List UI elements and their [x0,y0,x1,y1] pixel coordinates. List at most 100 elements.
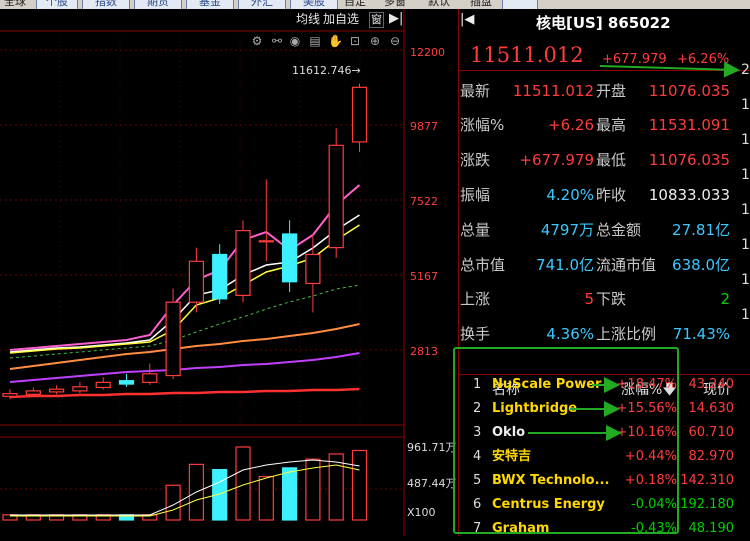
zoom-in-icon[interactable]: ⊕ [368,34,382,48]
top-tab-bar: 全球 个股 指数 期货 基金 外汇 美股 自定 多窗 默认 插盘 [0,0,750,9]
volume-bar [258,475,274,521]
volume-bar [328,453,344,521]
candle-body [328,144,344,249]
stat-label: 总量 [460,221,491,239]
stat-label: 下跌 [596,290,627,308]
last-price: 11511.012 [470,43,584,67]
price-axis-label: 12200 [410,46,445,59]
stat-label: 开盘 [596,82,627,100]
candle-body [118,380,135,385]
stat-value: 4797万 [540,221,594,239]
stock-price: 43.240 [688,377,735,392]
stock-price: 192.180 [680,497,734,512]
stat-value: 11531.091 [648,116,730,134]
tab-stocks[interactable]: 个股 [36,0,78,9]
stat-value: 5 [584,290,594,308]
stat-value: +677.979 [519,151,594,169]
tab-index[interactable]: 指数 [82,0,130,9]
volume-bar [282,467,298,521]
volume-bars [2,446,368,521]
volume-bar [351,449,368,521]
stat-value: 638.0亿 [672,256,730,274]
clipped-column-text: 1 [741,307,750,323]
stock-price: 60.710 [688,425,735,440]
price-axis-label: 5167 [410,270,438,283]
candle-body [72,386,88,392]
tab-multi-window[interactable]: 多窗 [380,0,410,9]
price-change-pct: +6.26% [677,52,730,67]
candlestick-series [2,83,368,400]
stat-label: 涨跌 [460,151,491,169]
candle-body [235,229,251,296]
clipped-column-text: 1 [741,237,750,253]
stat-value: 11076.035 [648,82,730,100]
stat-row: 最新 11511.012 开盘 11076.035 [460,80,732,102]
stat-row: 总量 4797万 总金额 27.81亿 [460,219,732,241]
divider [458,70,750,71]
settings-icon[interactable]: ⚙ [250,34,264,48]
hand-drag-icon[interactable]: ✋ [328,34,343,48]
stat-row: 振幅 4.20% 昨收 10833.033 [460,184,732,206]
stock-price: 142.310 [680,473,734,488]
stat-label: 最低 [596,151,627,169]
link-icon[interactable]: ⚯ [270,34,284,48]
tab-default[interactable]: 默认 [424,0,454,9]
stat-value: 11511.012 [512,82,594,100]
tab-funds[interactable]: 基金 [186,0,234,9]
avg-line-button[interactable]: 均线 [296,12,320,26]
save-icon[interactable]: ▤ [308,34,322,48]
add-watchlist-button[interactable]: 加自选 [323,12,359,26]
stat-label: 最新 [460,82,491,100]
stat-row: 涨幅% +6.26 最高 11531.091 [460,114,732,136]
stat-value: 27.81亿 [672,221,730,239]
eye-icon[interactable]: ◉ [288,34,302,48]
zoom-out-icon[interactable]: ⊖ [388,34,402,48]
tab-us-stocks[interactable]: 美股 [290,0,338,9]
stat-value: +6.26 [548,116,594,134]
candle-body [212,253,228,300]
stat-value: 741.0亿 [536,256,594,274]
stat-label: 振幅 [460,186,491,204]
clipped-column-text: 1 [741,202,750,218]
clipped-column-text: 2 [741,62,750,78]
stat-label: 总金额 [596,221,642,239]
candle-body [165,301,181,377]
candle-body [282,233,298,283]
stat-label: 上涨比例 [596,325,657,343]
box-zoom-icon[interactable]: ⊡ [348,34,362,48]
stat-row: 涨跌 +677.979 最低 11076.035 [460,149,732,171]
tab-forex[interactable]: 外汇 [238,0,286,9]
tab-global[interactable]: 全球 [0,0,30,9]
clipped-column-text: 1 [741,167,750,183]
stat-label: 总市值 [460,256,506,274]
moving-average-lines [9,184,361,399]
volume-axis-label: 961.71万 [407,441,457,454]
tab-extra-button[interactable] [502,0,538,9]
price-change: +677.979 [602,52,667,67]
window-button[interactable]: 窗 [369,12,384,28]
stat-value: 2 [720,290,730,308]
candle-body [48,388,65,393]
candle-body [25,390,41,395]
price-axis-label: 7522 [410,195,438,208]
expand-right-icon[interactable]: ▶| [389,12,403,26]
price-axis-label: 2813 [410,345,438,358]
tab-futures[interactable]: 期货 [134,0,182,9]
volume-axis-label: 487.44万 [407,477,457,490]
stat-value: 4.20% [546,186,594,204]
collapse-panel-icon[interactable]: |◀ [460,12,474,27]
candle-body [95,381,111,389]
kline-chart[interactable] [0,9,458,536]
stat-label: 昨收 [596,186,627,204]
stock-price: 82.970 [688,449,735,464]
stat-label: 流通市值 [596,256,657,274]
stat-label: 换手 [460,325,491,343]
tab-custom[interactable]: 自定 [340,0,370,9]
highlight-box [453,347,679,534]
volume-unit-label: X100 [407,506,436,519]
stat-value: 11076.035 [648,151,730,169]
price-axis-label: 9877 [410,120,438,133]
ma-line [9,352,360,383]
stat-value: 10833.033 [648,186,730,204]
tab-plugin[interactable]: 插盘 [466,0,496,9]
